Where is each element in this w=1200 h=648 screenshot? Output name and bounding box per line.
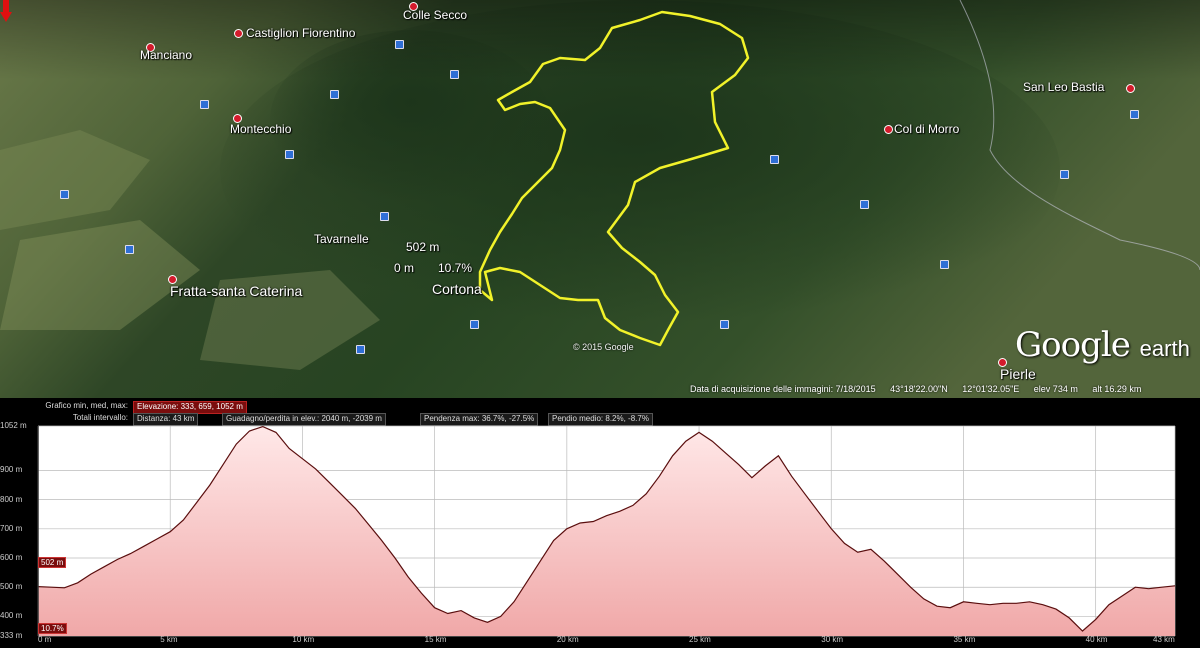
place-label[interactable]: Manciano: [140, 48, 192, 62]
x-tick-label: 40 km: [1085, 635, 1108, 644]
poi-icon[interactable]: [285, 150, 294, 159]
poi-icon[interactable]: [200, 100, 209, 109]
y-tick-label: 333 m: [0, 631, 23, 640]
place-marker[interactable]: [884, 125, 893, 134]
place-label[interactable]: Montecchio: [230, 122, 291, 136]
poi-icon[interactable]: [380, 212, 389, 221]
elevation-readout: elev 734 m: [1033, 384, 1078, 394]
poi-icon[interactable]: [770, 155, 779, 164]
x-tick-label: 30 km: [821, 635, 844, 644]
x-tick-label: 25 km: [689, 635, 711, 644]
y-tick-label: 800 m: [0, 494, 23, 504]
google-earth-logo: Google earth: [1015, 325, 1190, 365]
cursor-elevation-box: 502 m: [38, 557, 67, 568]
x-tick-label: 15 km: [424, 635, 447, 644]
place-label[interactable]: Pierle: [1000, 366, 1036, 382]
acquisition-date: Data di acquisizione delle immagini: 7/1…: [690, 384, 876, 394]
cursor-slope-label: 10.7%: [438, 261, 473, 275]
poi-icon[interactable]: [1130, 110, 1139, 119]
x-tick-label: 43 km: [1153, 635, 1175, 644]
y-tick-label: 1052 m: [0, 421, 27, 430]
place-label[interactable]: Cortona: [432, 281, 482, 297]
elevation-chart[interactable]: [0, 398, 1200, 648]
elevation-profile-panel[interactable]: Grafico min, med, max: Elevazione: 333, …: [0, 398, 1200, 648]
altitude-readout: alt 16.29 km: [1092, 384, 1142, 394]
place-label[interactable]: Col di Morro: [894, 122, 959, 136]
place-label[interactable]: Fratta-santa Caterina: [170, 283, 302, 299]
x-tick-label: 10 km: [292, 635, 315, 644]
place-label[interactable]: San Leo Bastia: [1023, 80, 1104, 94]
poi-icon[interactable]: [470, 320, 479, 329]
status-bar: Data di acquisizione delle immagini: 7/1…: [690, 384, 1153, 394]
x-tick-label: 0 m: [38, 635, 52, 644]
poi-icon[interactable]: [395, 40, 404, 49]
poi-icon[interactable]: [860, 200, 869, 209]
x-tick-label: 20 km: [556, 635, 579, 644]
logo-earth: earth: [1139, 336, 1190, 361]
map-copyright: © 2015 Google: [573, 342, 634, 352]
poi-icon[interactable]: [356, 345, 365, 354]
logo-google: Google: [1015, 325, 1131, 365]
y-tick-label: 700 m: [0, 523, 23, 533]
cursor-distance-label: 0 m: [394, 261, 415, 275]
y-tick-label: 400 m: [0, 611, 23, 621]
latitude-readout: 43°18'22.00"N: [890, 384, 948, 394]
y-tick-label: 900 m: [0, 465, 23, 475]
place-label[interactable]: Tavarnelle: [314, 232, 369, 246]
longitude-readout: 12°01'32.05"E: [962, 384, 1020, 394]
x-tick-label: 5 km: [160, 635, 178, 644]
place-marker[interactable]: [1126, 84, 1135, 93]
poi-icon[interactable]: [1060, 170, 1069, 179]
position-arrow-icon: [0, 0, 12, 22]
poi-icon[interactable]: [940, 260, 949, 269]
map-view[interactable]: Colle Secco Castiglion Fiorentino Mancia…: [0, 0, 1200, 398]
x-tick-label: 35 km: [953, 635, 976, 644]
y-tick-label: 600 m: [0, 553, 23, 563]
place-label[interactable]: Colle Secco: [403, 8, 467, 22]
y-tick-label: 500 m: [0, 582, 23, 592]
poi-icon[interactable]: [60, 190, 69, 199]
poi-icon[interactable]: [330, 90, 339, 99]
place-label[interactable]: Castiglion Fiorentino: [246, 26, 355, 40]
place-marker[interactable]: [234, 29, 243, 38]
poi-icon[interactable]: [450, 70, 459, 79]
cursor-slope-box: 10.7%: [38, 623, 67, 634]
poi-icon[interactable]: [125, 245, 134, 254]
cursor-elevation-label: 502 m: [406, 240, 440, 254]
poi-icon[interactable]: [720, 320, 729, 329]
